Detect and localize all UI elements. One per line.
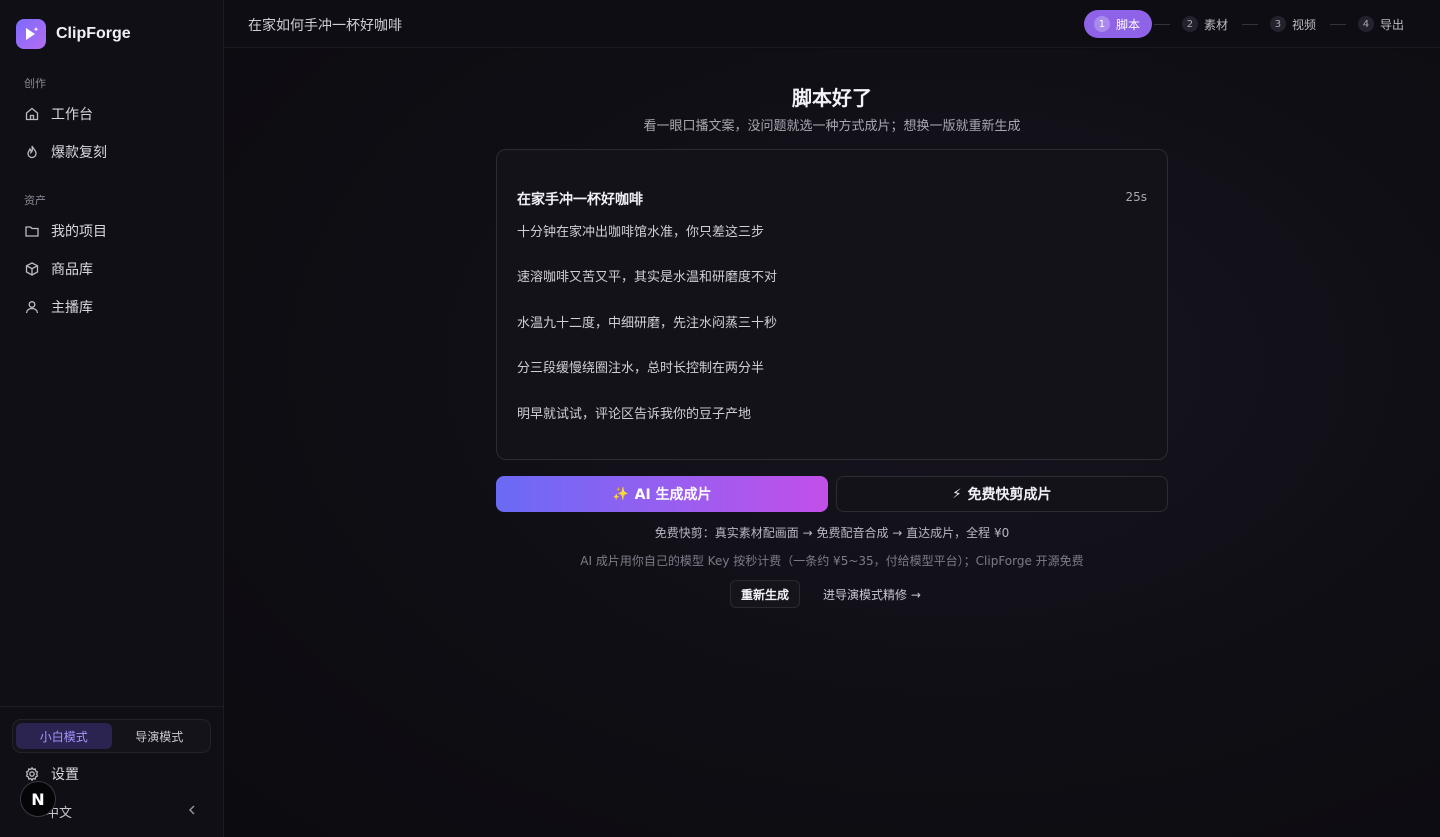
sidebar-item-projects[interactable]: 我的项目	[12, 214, 212, 248]
gear-icon	[25, 766, 39, 782]
sidebar-item-label: 工作台	[51, 107, 93, 123]
sidebar-item-label: 商品库	[51, 262, 93, 278]
step-progress: 1 脚本 2 素材 3 视频 4 导出	[1083, 10, 1416, 38]
step-video[interactable]: 3 视频	[1260, 10, 1328, 38]
page-subtitle: 看一眼口播文案，没问题就选一种方式成片；想换一版就重新生成	[643, 119, 1021, 134]
sidebar-item-hosts[interactable]: 主播库	[12, 290, 212, 324]
divider	[0, 706, 224, 707]
step-connector	[1241, 23, 1258, 25]
step-connector	[1329, 23, 1346, 25]
flame-icon	[27, 145, 37, 159]
user-avatar-badge[interactable]: N	[20, 781, 56, 817]
sparkle-icon: ✨	[612, 486, 629, 502]
mode-toggle: 小白模式 导演模式	[12, 719, 211, 753]
ai-generate-label: AI 生成成片	[634, 487, 712, 503]
box-icon	[25, 262, 39, 276]
step-number: 4	[1357, 16, 1374, 32]
script-card: 在家手冲一杯好咖啡 25s 十分钟在家冲出咖啡馆水准，你只差这三步 速溶咖啡又苦…	[496, 149, 1168, 460]
sidebar-item-workbench[interactable]: 工作台	[12, 97, 212, 131]
settings-label: 设置	[51, 767, 79, 783]
sidebar-item-products[interactable]: 商品库	[12, 252, 212, 286]
sidebar-item-label: 爆款复刻	[51, 145, 107, 161]
step-connector	[1153, 23, 1170, 25]
section-label-create: 创作	[24, 77, 46, 90]
home-icon	[25, 107, 39, 121]
folder-icon	[25, 226, 39, 237]
ai-cost-note: AI 成片用你自己的模型 Key 按秒计费（一条约 ¥5~35，付给模型平台）；…	[580, 554, 1084, 568]
step-label: 导出	[1379, 17, 1404, 32]
lightning-icon: ⚡	[952, 486, 962, 502]
quick-cut-button[interactable]: ⚡ 免费快剪成片	[836, 476, 1168, 512]
sidebar-item-label: 主播库	[51, 300, 93, 316]
main-content: 脚本好了 看一眼口播文案，没问题就选一种方式成片；想换一版就重新生成 在家手冲一…	[224, 49, 1440, 837]
mode-director-button[interactable]: 导演模式	[112, 723, 208, 749]
brand-name: ClipForge	[56, 25, 131, 42]
script-line: 明早就试试，评论区告诉我你的豆子产地	[517, 407, 752, 422]
script-title: 在家手冲一杯好咖啡	[517, 192, 643, 208]
quick-cut-note: 免费快剪：真实素材配画面 → 免费配音合成 → 直达成片，全程 ¥0	[654, 526, 1010, 540]
script-line: 水温九十二度，中细研磨，先注水闷蒸三十秒	[517, 316, 778, 331]
regenerate-button[interactable]: 重新生成	[730, 580, 800, 608]
sidebar: ClipForge 创作 工作台 爆款复刻 资产 我的项目 商品库 主播库 小白…	[0, 0, 224, 837]
step-label: 素材	[1203, 17, 1228, 32]
project-title: 在家如何手冲一杯好咖啡	[248, 18, 402, 34]
page-title: 脚本好了	[792, 86, 872, 110]
brand[interactable]: ClipForge	[16, 19, 131, 49]
step-number: 3	[1269, 16, 1286, 32]
step-label: 脚本	[1115, 17, 1140, 32]
quick-cut-label: 免费快剪成片	[967, 487, 1052, 503]
step-number: 2	[1181, 16, 1198, 32]
step-script[interactable]: 1 脚本	[1083, 10, 1152, 38]
mode-beginner-button[interactable]: 小白模式	[16, 723, 112, 749]
step-label: 视频	[1291, 17, 1316, 32]
step-number: 1	[1093, 16, 1110, 32]
script-duration: 25s	[1125, 190, 1147, 204]
sidebar-item-label: 我的项目	[51, 224, 107, 240]
script-line: 十分钟在家冲出咖啡馆水准，你只差这三步	[517, 225, 765, 240]
section-label-assets: 资产	[24, 194, 46, 207]
chevron-left-icon[interactable]	[184, 802, 200, 818]
topbar: 在家如何手冲一杯好咖啡 1 脚本 2 素材 3 视频 4 导出	[224, 0, 1440, 48]
sparkle-play-icon	[16, 19, 46, 49]
user-icon	[25, 301, 39, 314]
step-export[interactable]: 4 导出	[1348, 10, 1416, 38]
script-line: 速溶咖啡又苦又平，其实是水温和研磨度不对	[517, 270, 778, 285]
ai-generate-button[interactable]: ✨ AI 生成成片	[496, 476, 828, 512]
step-assets[interactable]: 2 素材	[1172, 10, 1240, 38]
director-mode-link[interactable]: 进导演模式精修 →	[823, 586, 921, 603]
script-line: 分三段缓慢绕圈注水，总时长控制在两分半	[517, 361, 765, 376]
sidebar-item-viral-copy[interactable]: 爆款复刻	[12, 135, 212, 169]
